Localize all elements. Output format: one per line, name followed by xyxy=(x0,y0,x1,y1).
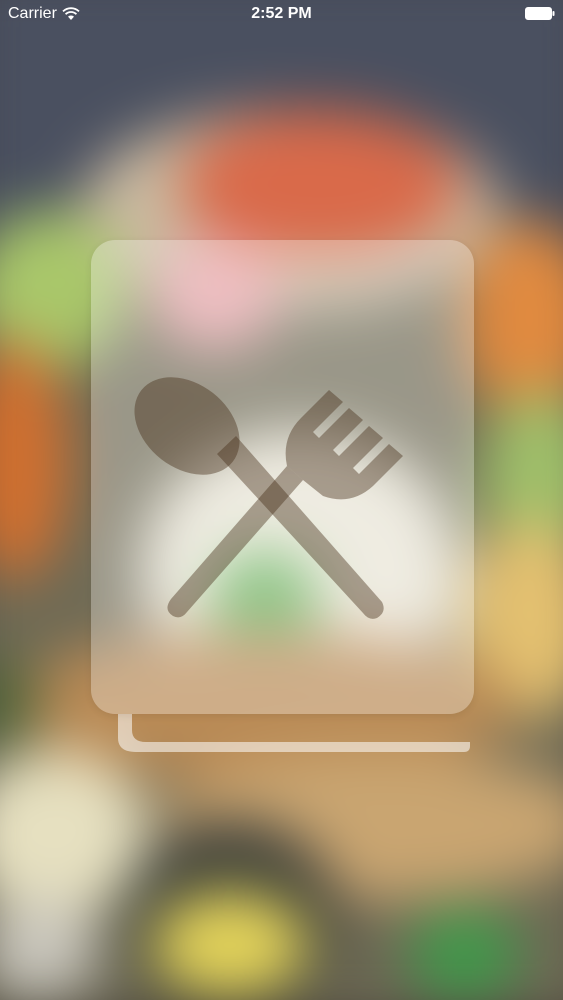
status-time: 2:52 PM xyxy=(251,5,312,22)
fork-spoon-icon xyxy=(134,377,403,619)
battery-icon xyxy=(525,7,555,20)
splash-screen: Carrier 2:52 PM xyxy=(0,0,563,1000)
book-base-icon xyxy=(118,714,470,752)
status-bar: Carrier 2:52 PM xyxy=(0,0,563,28)
